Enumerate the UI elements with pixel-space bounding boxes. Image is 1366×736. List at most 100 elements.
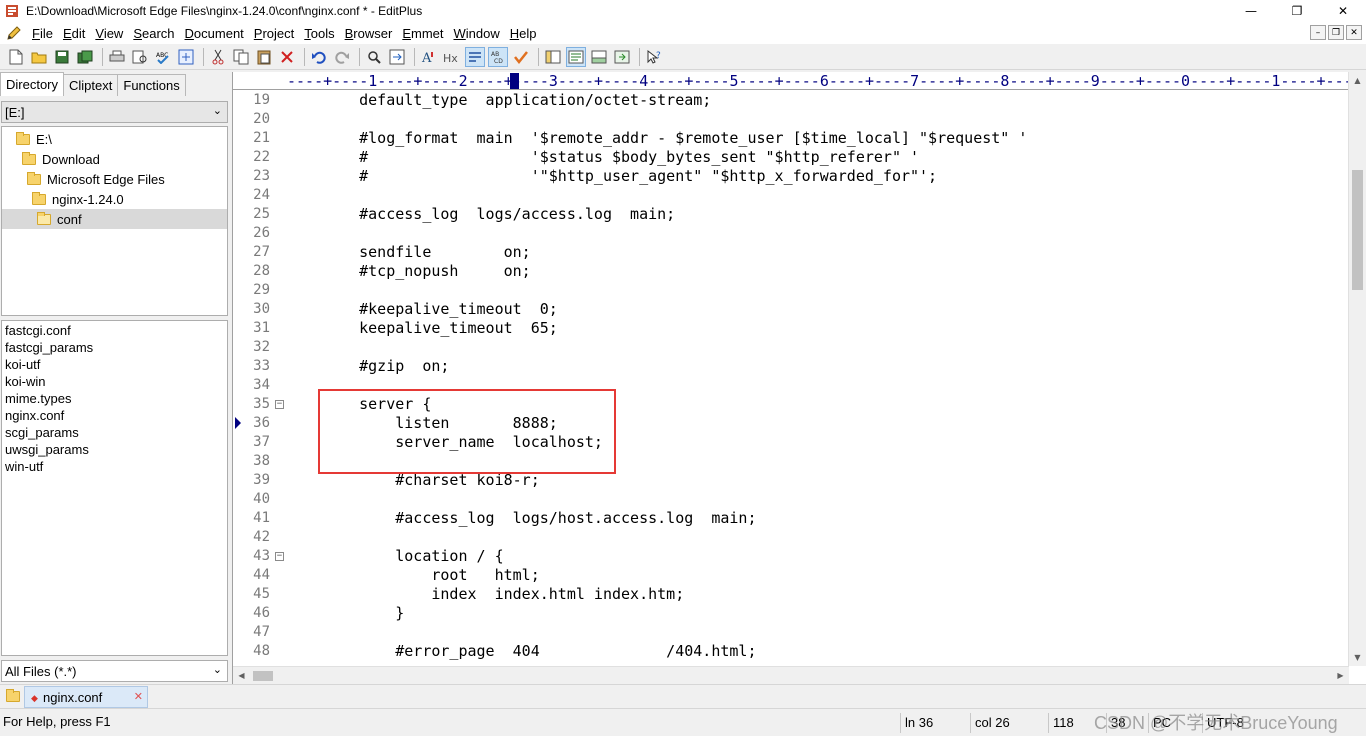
file-item[interactable]: mime.types (2, 390, 227, 407)
tab-functions[interactable]: Functions (117, 74, 186, 96)
cut-icon[interactable] (208, 47, 228, 67)
file-item[interactable]: koi-utf (2, 356, 227, 373)
drive-select[interactable]: [E:] ⌄ (1, 101, 228, 123)
help-icon[interactable]: ? (644, 47, 664, 67)
heading-icon[interactable]: Hx (442, 47, 462, 67)
code-line[interactable]: 33 #gzip on; (233, 357, 1349, 376)
tab-cliptext[interactable]: Cliptext (63, 74, 119, 96)
menu-file[interactable]: File (28, 26, 57, 41)
code-line[interactable]: 32 (233, 338, 1349, 357)
new-file-icon[interactable] (6, 47, 26, 67)
code-line[interactable]: 30 #keepalive_timeout 0; (233, 300, 1349, 319)
minimize-button[interactable]: — (1228, 0, 1274, 22)
replace-icon[interactable] (387, 47, 407, 67)
code-line[interactable]: 44 root html; (233, 566, 1349, 585)
menu-window[interactable]: Window (449, 26, 503, 41)
tab-directory[interactable]: Directory (0, 72, 65, 96)
code-line[interactable]: 42 (233, 528, 1349, 547)
code-line[interactable]: 22 # '$status $body_bytes_sent "$http_re… (233, 148, 1349, 167)
code-line[interactable]: 27 sendfile on; (233, 243, 1349, 262)
document-tab-nginx-conf[interactable]: ◆ nginx.conf ✕ (24, 686, 148, 708)
spell-mark-icon[interactable] (511, 47, 531, 67)
scroll-down-icon[interactable]: ▼ (1349, 649, 1366, 666)
output-window-icon[interactable] (589, 47, 609, 67)
code-line[interactable]: 19 default_type application/octet-stream… (233, 91, 1349, 110)
tree-item-conf[interactable]: conf (2, 209, 227, 229)
ruler-icon[interactable]: AB CD (488, 46, 508, 67)
cliptext-window-icon[interactable] (566, 46, 586, 67)
tree-item-download[interactable]: Download (2, 149, 227, 169)
code-line[interactable]: 24 (233, 186, 1349, 205)
mdi-restore-button[interactable]: ❐ (1328, 25, 1344, 40)
code-line[interactable]: 47 (233, 623, 1349, 642)
file-item[interactable]: scgi_params (2, 424, 227, 441)
code-line[interactable]: 45 index index.html index.htm; (233, 585, 1349, 604)
close-button[interactable]: ✕ (1320, 0, 1366, 22)
mdi-close-button[interactable]: ✕ (1346, 25, 1362, 40)
fold-toggle-icon[interactable]: − (275, 400, 284, 409)
menu-search[interactable]: Search (129, 26, 178, 41)
open-folder-icon[interactable] (29, 47, 49, 67)
menu-project[interactable]: Project (250, 26, 298, 41)
save-icon[interactable] (52, 47, 72, 67)
font-icon[interactable]: A (419, 47, 439, 67)
tree-item-microsoft-edge-files[interactable]: Microsoft Edge Files (2, 169, 227, 189)
copy-icon[interactable] (231, 47, 251, 67)
close-tab-icon[interactable]: ✕ (134, 690, 143, 703)
pencil-icon[interactable] (5, 24, 23, 42)
file-item[interactable]: fastcgi.conf (2, 322, 227, 339)
code-line[interactable]: 23 # '"$http_user_agent" "$http_x_forwar… (233, 167, 1349, 186)
scroll-left-icon[interactable]: ◀ (233, 667, 250, 684)
save-all-icon[interactable] (75, 47, 95, 67)
code-line[interactable]: 21 #log_format main '$remote_addr - $rem… (233, 129, 1349, 148)
scroll-right-icon[interactable]: ▶ (1332, 667, 1349, 684)
undo-icon[interactable] (309, 47, 329, 67)
code-line[interactable]: 26 (233, 224, 1349, 243)
menu-tools[interactable]: Tools (300, 26, 338, 41)
menu-view[interactable]: View (91, 26, 127, 41)
file-filter-select[interactable]: All Files (*.*) ⌄ (1, 660, 228, 682)
menu-document[interactable]: Document (181, 26, 248, 41)
code-area[interactable]: 19 default_type application/octet-stream… (233, 91, 1349, 666)
horizontal-scrollbar[interactable]: ◀ ▶ (233, 666, 1349, 684)
menu-browser[interactable]: Browser (341, 26, 397, 41)
code-line[interactable]: 46 } (233, 604, 1349, 623)
file-item[interactable]: nginx.conf (2, 407, 227, 424)
menu-edit[interactable]: Edit (59, 26, 89, 41)
delete-icon[interactable] (277, 47, 297, 67)
print-icon[interactable] (107, 47, 127, 67)
code-line[interactable]: 28 #tcp_nopush on; (233, 262, 1349, 281)
vertical-scroll-thumb[interactable] (1352, 170, 1363, 290)
code-line[interactable]: 25 #access_log logs/access.log main; (233, 205, 1349, 224)
fold-toggle-icon[interactable]: − (275, 552, 284, 561)
menu-help[interactable]: Help (506, 26, 541, 41)
word-wrap-icon[interactable] (465, 46, 485, 67)
directory-window-icon[interactable] (543, 47, 563, 67)
tree-item-nginx[interactable]: nginx-1.24.0 (2, 189, 227, 209)
menu-emmet[interactable]: Emmet (398, 26, 447, 41)
code-line[interactable]: 41 #access_log logs/host.access.log main… (233, 509, 1349, 528)
code-line[interactable]: 48 #error_page 404 /404.html; (233, 642, 1349, 661)
redo-icon[interactable] (332, 47, 352, 67)
print-preview-icon[interactable] (130, 47, 150, 67)
file-item[interactable]: fastcgi_params (2, 339, 227, 356)
file-item[interactable]: uwsgi_params (2, 441, 227, 458)
code-line[interactable]: 29 (233, 281, 1349, 300)
vertical-scrollbar[interactable]: ▲ ▼ (1348, 72, 1366, 666)
find-icon[interactable] (364, 47, 384, 67)
spell-check-icon[interactable]: ABC (153, 47, 173, 67)
file-item[interactable]: koi-win (2, 373, 227, 390)
browser-icon[interactable] (176, 47, 196, 67)
mdi-minimize-button[interactable]: – (1310, 25, 1326, 40)
maximize-button[interactable]: ❐ (1274, 0, 1320, 22)
paste-icon[interactable] (254, 47, 274, 67)
code-line[interactable]: 40 (233, 490, 1349, 509)
horizontal-scroll-thumb[interactable] (253, 671, 273, 681)
user-tool-icon[interactable] (612, 47, 632, 67)
folder-icon[interactable] (6, 689, 20, 702)
scroll-up-icon[interactable]: ▲ (1349, 72, 1366, 89)
file-item[interactable]: win-utf (2, 458, 227, 475)
editor-pane[interactable]: ----+----1----+----2----+----3----+----4… (232, 72, 1366, 684)
code-line[interactable]: 20 (233, 110, 1349, 129)
tree-item-drive[interactable]: E:\ (2, 129, 227, 149)
